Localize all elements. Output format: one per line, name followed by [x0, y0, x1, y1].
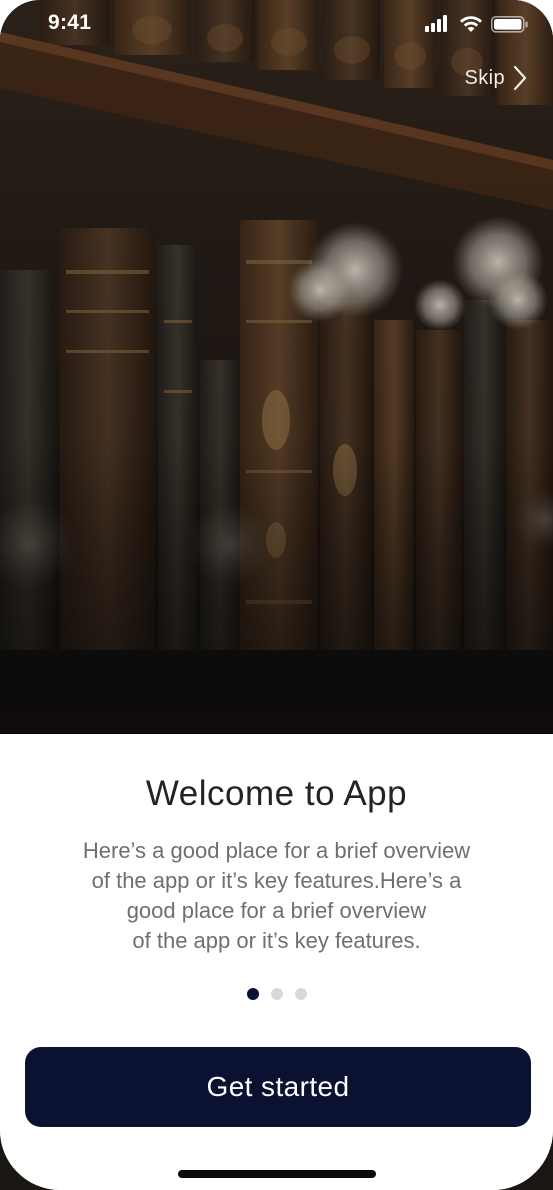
pagination-dot-1[interactable] — [246, 988, 259, 1000]
status-bar: 9:41 — [0, 0, 553, 50]
bookshelf-illustration — [0, 0, 553, 734]
skip-button[interactable]: Skip — [464, 64, 527, 92]
pagination-dot-2[interactable] — [270, 988, 283, 1000]
description-line: of the app or it’s key features.Here’s a — [91, 868, 462, 893]
status-icons — [425, 15, 529, 33]
description: Here’s a good place for a brief overview… — [40, 836, 513, 956]
signal-icon — [425, 15, 447, 32]
get-started-button[interactable]: Get started — [25, 1047, 531, 1127]
wifi-icon — [460, 16, 482, 32]
skip-label: Skip — [464, 66, 505, 89]
pagination-dots — [0, 988, 553, 1000]
chevron-right-icon — [513, 65, 527, 91]
home-indicator — [178, 1170, 376, 1178]
description-line: of the app or it’s key features. — [132, 928, 421, 953]
hero-image — [0, 0, 553, 734]
description-line: good place for a brief overview — [126, 898, 427, 923]
battery-icon — [491, 16, 528, 33]
pagination-dot-3[interactable] — [294, 988, 307, 1000]
description-line: Here’s a good place for a brief overview — [82, 838, 471, 863]
onboarding-screen: 9:41 Skip Welcome to App Here’s a good p… — [0, 0, 553, 1190]
onboarding-content: Welcome to App Here’s a good place for a… — [0, 734, 553, 1190]
page-title: Welcome to App — [145, 774, 408, 813]
status-time: 9:41 — [48, 11, 92, 34]
